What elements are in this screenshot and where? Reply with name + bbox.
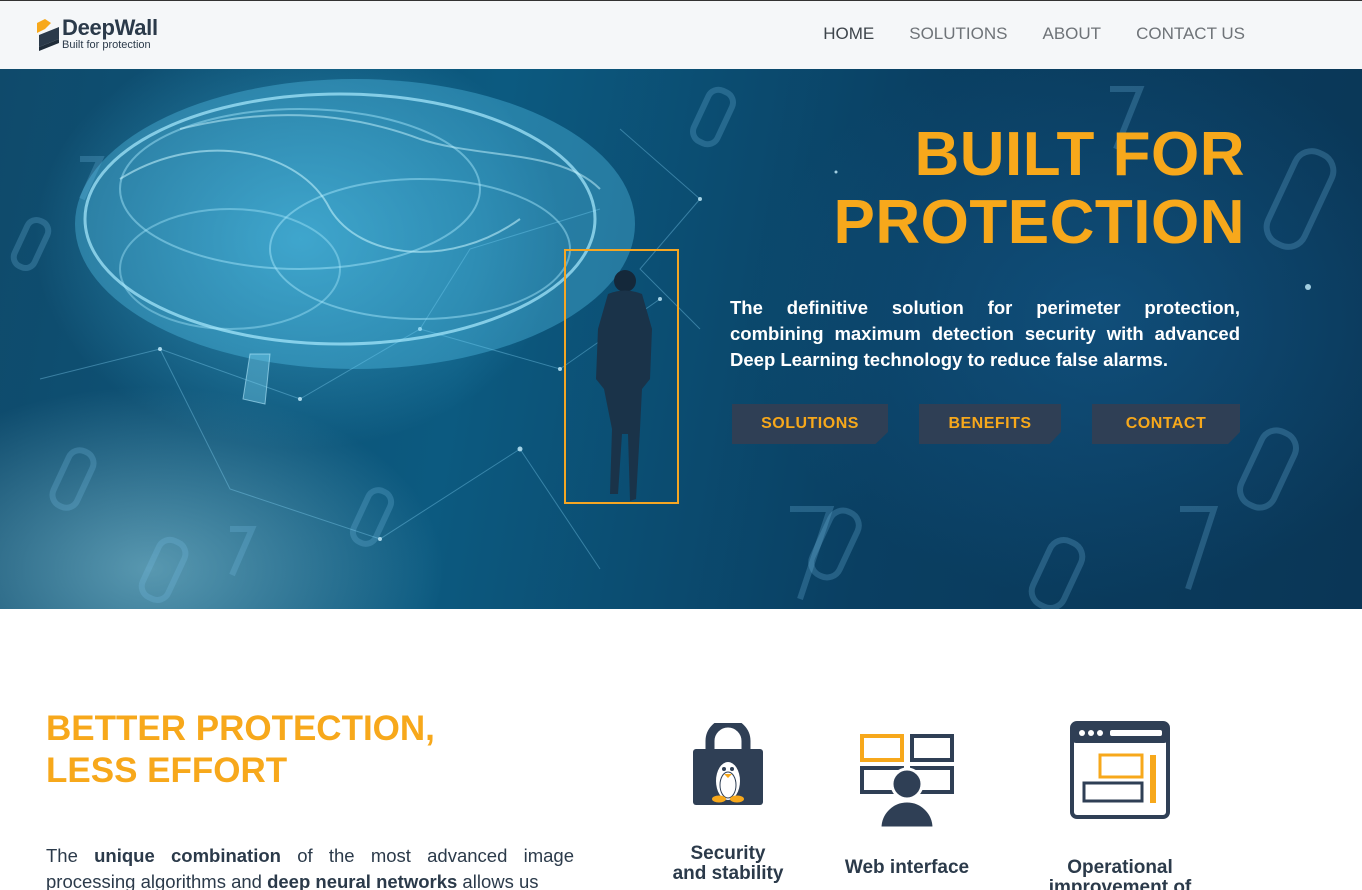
feature-security-line1: Security bbox=[690, 843, 766, 864]
body-text-3: allows us bbox=[457, 871, 539, 890]
detection-bounding-box bbox=[564, 249, 679, 504]
feature-web-label: Web interface bbox=[840, 858, 974, 878]
hero-banner: BUILT FOR PROTECTION The definitive solu… bbox=[0, 69, 1362, 609]
nav-about[interactable]: ABOUT bbox=[1043, 24, 1102, 44]
body-bold-2: deep neural networks bbox=[267, 871, 458, 890]
body-bold-1: unique combination bbox=[94, 845, 281, 866]
logo-mark-icon bbox=[37, 19, 59, 51]
contact-button[interactable]: CONTACT bbox=[1092, 404, 1240, 444]
logo-name: DeepWall bbox=[62, 15, 158, 40]
feature-operational-label: Operational improvement of bbox=[1032, 858, 1208, 890]
logo-tagline: Built for protection bbox=[62, 39, 151, 51]
web-interface-icon bbox=[860, 734, 954, 828]
nav-solutions[interactable]: SOLUTIONS bbox=[909, 24, 1007, 44]
hero-title: BUILT FOR PROTECTION bbox=[834, 121, 1245, 257]
top-navbar: DeepWall Built for protection HOME SOLUT… bbox=[0, 0, 1362, 69]
logo[interactable]: DeepWall Built for protection bbox=[37, 15, 177, 57]
nav-home[interactable]: HOME bbox=[823, 24, 874, 44]
hero-title-line2: PROTECTION bbox=[833, 188, 1245, 257]
feature-operational-line2: improvement of bbox=[1048, 877, 1192, 890]
hero-description: The definitive solution for perimeter pr… bbox=[730, 297, 1240, 370]
linux-lock-icon bbox=[693, 723, 763, 805]
feature-web-line1: Web interface bbox=[844, 857, 970, 878]
solutions-button[interactable]: SOLUTIONS bbox=[732, 404, 888, 444]
feature-security-line2: and stability bbox=[672, 863, 784, 884]
benefits-button[interactable]: BENEFITS bbox=[919, 404, 1061, 444]
nav-contact-us[interactable]: CONTACT US bbox=[1136, 24, 1245, 44]
section-title-line2: LESS EFFORT bbox=[46, 751, 288, 790]
nav-links: HOME SOLUTIONS ABOUT CONTACT US bbox=[823, 24, 1245, 44]
feature-security-label: Security and stability bbox=[662, 844, 794, 884]
browser-window-icon bbox=[1070, 721, 1170, 819]
hero-title-line1: BUILT FOR bbox=[914, 120, 1245, 189]
feature-operational-line1: Operational bbox=[1067, 857, 1173, 878]
section-title: BETTER PROTECTION, LESS EFFORT bbox=[46, 708, 435, 792]
section-body: The unique combination of the most advan… bbox=[46, 843, 574, 890]
body-text-1: The bbox=[46, 845, 95, 866]
section-title-line1: BETTER PROTECTION, bbox=[46, 709, 435, 748]
